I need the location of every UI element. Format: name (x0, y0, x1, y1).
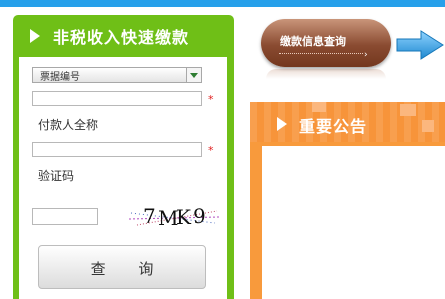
decor-tile (312, 102, 326, 112)
captcha-char: 9 (193, 204, 206, 228)
announcement-title: 重要公告 (299, 117, 368, 136)
query-button-label: 查 询 (90, 260, 168, 278)
payment-info-query-button[interactable]: 缴款信息查询 › (261, 19, 391, 67)
payer-name-label: 付款人全称 (38, 118, 99, 132)
announcement-list (262, 146, 445, 299)
captcha-char: 7 (143, 204, 156, 228)
payment-info-query-label: 缴款信息查询 (280, 35, 346, 48)
decor-tile (422, 120, 434, 132)
query-button[interactable]: 查 询 (38, 245, 206, 289)
chevron-right-icon: › (364, 50, 368, 60)
announcement-panel: 重要公告 (250, 102, 445, 299)
quick-payment-form: 票据编号 * 付款人全称 * 验证码 7 M K 9 查 询 (19, 57, 227, 299)
dotted-divider (279, 53, 363, 54)
required-mark: * (208, 144, 214, 157)
triangle-right-icon (30, 29, 40, 43)
search-type-selected: 票据编号 (40, 72, 80, 83)
decor-tile (400, 104, 416, 116)
quick-payment-panel: 非税收入快速缴款 票据编号 * 付款人全称 * 验证码 7 M K 9 查 询 (13, 15, 234, 299)
payer-name-input[interactable] (32, 142, 202, 157)
quick-payment-header: 非税收入快速缴款 (13, 15, 234, 57)
top-color-strip (0, 0, 445, 7)
captcha-char: K (176, 205, 191, 229)
button-reflection (266, 69, 386, 79)
right-arrow-icon[interactable] (395, 29, 445, 61)
captcha-label: 验证码 (38, 169, 75, 183)
dropdown-button[interactable] (186, 68, 201, 82)
triangle-right-icon (277, 117, 287, 131)
receipt-number-input[interactable] (32, 91, 202, 106)
search-type-select[interactable]: 票据编号 (32, 67, 202, 83)
captcha-input[interactable] (32, 208, 98, 225)
dropdown-arrow-icon (190, 73, 198, 78)
announcement-header: 重要公告 (250, 102, 445, 142)
captcha-image[interactable]: 7 M K 9 (127, 203, 221, 231)
quick-payment-title: 非税收入快速缴款 (53, 28, 190, 47)
required-mark: * (208, 93, 214, 106)
